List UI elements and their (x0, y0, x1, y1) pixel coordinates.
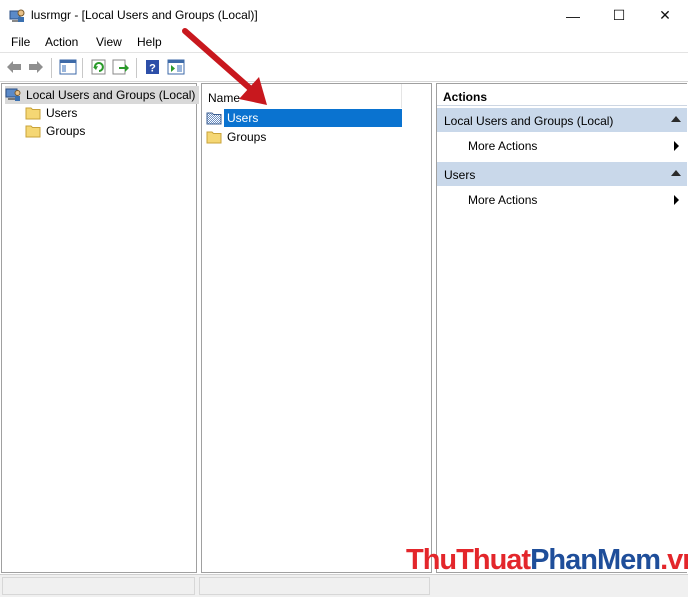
tree-item-groups-label: Groups (46, 124, 86, 138)
show-hide-tree-icon (59, 59, 77, 75)
toolbar: ? (0, 54, 688, 82)
status-cell (2, 577, 195, 595)
watermark-part3: .vn (660, 544, 688, 576)
toolbar-separator (136, 58, 137, 78)
actions-section-label: Local Users and Groups (Local) (444, 114, 614, 128)
back-arrow-icon (7, 61, 21, 73)
window-title: lusrmgr - [Local Users and Groups (Local… (31, 8, 258, 22)
computer-icon (5, 88, 21, 101)
collapse-up-icon[interactable] (671, 170, 681, 176)
list-item-groups-label: Groups (227, 130, 267, 144)
minimize-icon: — (566, 7, 580, 24)
folder-icon (25, 107, 41, 120)
more-actions-item[interactable]: More Actions (437, 188, 687, 210)
svg-text:?: ? (149, 63, 156, 75)
title-bar: lusrmgr - [Local Users and Groups (Local… (0, 0, 688, 31)
console-tree-pane: Local Users and Groups (Local) Users Gro… (1, 83, 200, 573)
toolbar-separator (82, 58, 83, 78)
maximize-button[interactable]: ☐ (596, 0, 642, 31)
submenu-arrow-icon (674, 141, 679, 151)
more-actions-label: More Actions (468, 139, 538, 153)
close-icon: ✕ (659, 7, 671, 23)
forward-button[interactable] (26, 57, 46, 77)
forward-arrow-icon (29, 61, 43, 73)
maximize-icon: ☐ (612, 7, 626, 23)
collapse-up-icon[interactable] (671, 116, 681, 122)
watermark-part2: PhanMem (530, 544, 661, 576)
more-actions-label: More Actions (468, 193, 538, 207)
actions-section-label: Users (444, 168, 476, 182)
watermark-part1: ThuThuat (406, 544, 531, 576)
actions-section-local-users-groups[interactable]: Local Users and Groups (Local) (437, 108, 687, 132)
menu-help[interactable]: Help (137, 35, 162, 49)
close-button[interactable]: ✕ (642, 0, 688, 31)
actions-section-users[interactable]: Users (437, 162, 687, 186)
menu-action[interactable]: Action (45, 35, 78, 49)
help-button[interactable]: ? (143, 57, 163, 77)
result-list-pane: Name Users Groups (201, 83, 432, 573)
computer-management-icon (9, 9, 25, 22)
more-actions-item[interactable]: More Actions (437, 134, 687, 156)
tree-item-users-label: Users (46, 106, 78, 120)
folder-icon (25, 125, 41, 138)
list-item-groups[interactable]: Groups (206, 128, 403, 146)
minimize-button[interactable]: — (550, 0, 596, 31)
watermark: ThuThuatPhanMem.vn (406, 544, 688, 577)
folder-icon (206, 131, 222, 144)
tree-item-users[interactable]: Users (25, 104, 77, 122)
refresh-button[interactable] (89, 57, 109, 77)
export-list-icon (112, 59, 129, 75)
toolbar-separator (51, 58, 52, 78)
show-hide-tree-button[interactable] (58, 57, 78, 77)
menu-view[interactable]: View (96, 35, 122, 49)
menu-file[interactable]: File (11, 35, 30, 49)
back-button[interactable] (4, 57, 24, 77)
actions-title: Actions (437, 84, 687, 106)
tree-item-root[interactable]: Local Users and Groups (Local) (5, 86, 200, 104)
annotation-arrow-icon (182, 28, 267, 105)
submenu-arrow-icon (674, 195, 679, 205)
tree-item-root-label: Local Users and Groups (Local) (26, 88, 196, 102)
menu-bar: File Action View Help (0, 31, 688, 53)
status-bar (0, 574, 688, 597)
help-icon: ? (146, 60, 159, 75)
export-list-button[interactable] (111, 57, 131, 77)
tree-item-groups[interactable]: Groups (25, 122, 85, 140)
refresh-icon (91, 59, 106, 75)
status-cell (199, 577, 430, 595)
actions-pane: Actions Local Users and Groups (Local) M… (436, 83, 687, 573)
